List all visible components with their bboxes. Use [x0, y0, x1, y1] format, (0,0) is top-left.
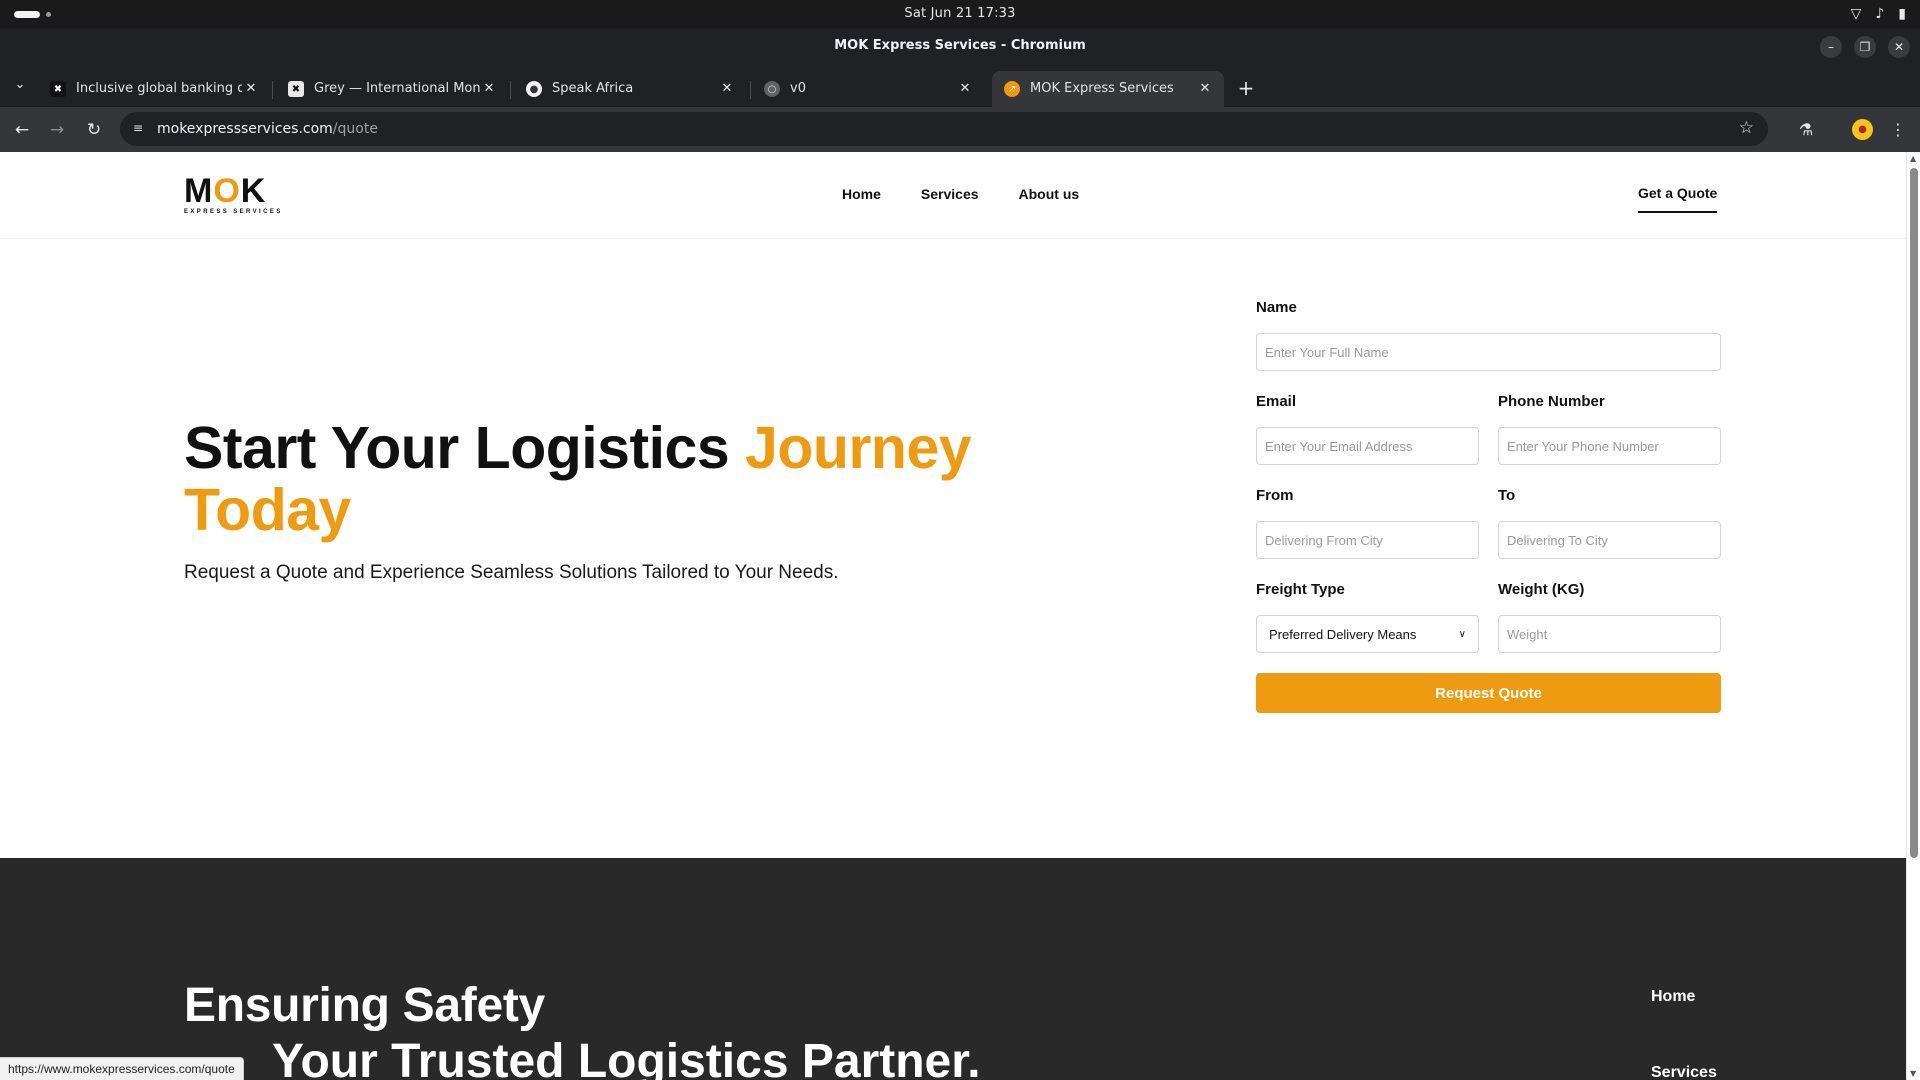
tab-speak-africa[interactable]: ● Speak Africa ✕ — [514, 71, 746, 107]
tab-grey[interactable]: ✖ Grey — International Money ✕ — [276, 71, 508, 107]
close-window-icon[interactable]: ✕ — [1888, 36, 1910, 58]
footer-subtitle: Your Trusted Logistics Partner. — [272, 1035, 981, 1080]
new-tab-plus-icon[interactable]: + — [1236, 78, 1256, 99]
dark-logo-icon: ✖ — [50, 81, 66, 97]
volume-icon[interactable]: ♪ — [1875, 6, 1884, 22]
nav-home[interactable]: Home — [842, 186, 881, 202]
tab-label: Grey — International Money — [314, 81, 480, 96]
mok-logo[interactable]: MOK EXPRESS SERVICES — [184, 174, 284, 216]
close-icon[interactable]: ✕ — [718, 80, 736, 98]
scroll-down-arrow-icon[interactable]: ▼ — [1910, 1069, 1916, 1078]
logo-tagline: EXPRESS SERVICES — [184, 209, 283, 215]
close-icon[interactable]: ✕ — [480, 80, 498, 98]
weight-label: Weight (KG) — [1498, 581, 1585, 598]
to-label: To — [1498, 487, 1516, 504]
page-scrollbar[interactable]: ▲ ▼ — [1906, 152, 1920, 1080]
tab-label: v0 — [790, 81, 806, 96]
browser-toolbar: ← → ↻ ≡ mokexpressservices.com/quote ☆ ⚗… — [0, 107, 1920, 152]
link-status-bubble: https://www.mokexpresservices.com/quote — [0, 1057, 244, 1080]
site-info-icon[interactable]: ≡ — [130, 121, 146, 137]
hero-title: Start Your Logistics Journey Today — [184, 415, 972, 543]
tab-label: Inclusive global banking desi — [76, 81, 242, 96]
tab-label: MOK Express Services — [1030, 81, 1174, 96]
request-quote-button[interactable]: Request Quote — [1256, 673, 1721, 713]
hero-subtitle: Request a Quote and Experience Seamless … — [184, 562, 839, 583]
tab-strip: ⌄ ✖ Inclusive global banking desi ✕ ✖ Gr… — [0, 65, 1920, 107]
restore-icon[interactable]: ❐ — [1854, 36, 1876, 58]
labs-flask-icon[interactable]: ⚗ — [1794, 118, 1818, 142]
freight-type-select[interactable]: Preferred Delivery Means ∨ — [1256, 615, 1479, 653]
site-header: MOK EXPRESS SERVICES Home Services About… — [0, 152, 1906, 239]
nav-services[interactable]: Services — [921, 186, 979, 202]
bookmark-star-icon[interactable]: ☆ — [1739, 118, 1754, 138]
back-arrow-icon[interactable]: ← — [10, 118, 34, 142]
freight-type-value: Preferred Delivery Means — [1269, 626, 1417, 642]
wifi-icon[interactable]: ▽ — [1851, 6, 1862, 22]
close-icon[interactable]: ✕ — [1196, 80, 1214, 98]
chevron-down-icon: ∨ — [1458, 628, 1466, 640]
window-title: MOK Express Services - Chromium — [834, 38, 1086, 53]
globe-icon: ○ — [764, 81, 780, 97]
get-a-quote-link[interactable]: Get a Quote — [1638, 185, 1718, 213]
name-field[interactable] — [1256, 333, 1721, 371]
close-icon[interactable]: ✕ — [956, 80, 974, 98]
mok-logo-icon: ↗ — [1004, 81, 1020, 97]
globe-icon: ● — [526, 81, 542, 97]
tab-v0[interactable]: ○ v0 ✕ — [752, 71, 984, 107]
os-top-bar: Sat Jun 21 17:33 ▽ ♪ ▮ — [0, 0, 1920, 29]
battery-icon[interactable]: ▮ — [1898, 6, 1906, 22]
phone-field[interactable] — [1498, 427, 1721, 465]
main-nav: Home Services About us — [842, 186, 1079, 202]
minimize-icon[interactable]: – — [1820, 36, 1842, 58]
nav-about[interactable]: About us — [1019, 186, 1080, 202]
menu-kebab-icon[interactable]: ⋮ — [1886, 118, 1910, 142]
url-text[interactable]: mokexpressservices.com/quote — [157, 121, 378, 137]
close-icon[interactable]: ✕ — [242, 80, 260, 98]
freight-type-label: Freight Type — [1256, 581, 1345, 598]
name-label: Name — [1256, 299, 1297, 316]
weight-field[interactable] — [1498, 615, 1721, 653]
address-bar[interactable]: ≡ mokexpressservices.com/quote ☆ — [120, 112, 1768, 146]
forward-arrow-icon[interactable]: → — [45, 118, 69, 142]
site-footer: Ensuring Safety Your Trusted Logistics P… — [0, 858, 1906, 1080]
from-label: From — [1256, 487, 1294, 504]
footer-link-services[interactable]: Services — [1651, 1064, 1717, 1080]
tab-inclusive-banking[interactable]: ✖ Inclusive global banking desi ✕ — [38, 71, 270, 107]
tab-label: Speak Africa — [552, 81, 634, 96]
reload-icon[interactable]: ↻ — [82, 118, 106, 142]
phone-label: Phone Number — [1498, 393, 1605, 410]
email-field[interactable] — [1256, 427, 1479, 465]
footer-title: Ensuring Safety — [184, 979, 545, 1032]
page-viewport: MOK EXPRESS SERVICES Home Services About… — [0, 152, 1906, 1080]
grey-logo-icon: ✖ — [288, 81, 304, 97]
window-title-bar: MOK Express Services - Chromium – ❐ ✕ — [0, 29, 1920, 65]
from-city-field[interactable] — [1256, 521, 1479, 559]
system-tray[interactable]: ▽ ♪ ▮ — [1851, 6, 1906, 22]
system-clock[interactable]: Sat Jun 21 17:33 — [0, 6, 1920, 21]
profile-avatar[interactable]: ● — [1852, 119, 1873, 140]
footer-link-home[interactable]: Home — [1651, 988, 1695, 1006]
tab-mok-express[interactable]: ↗ MOK Express Services ✕ — [992, 71, 1224, 107]
to-city-field[interactable] — [1498, 521, 1721, 559]
scrollbar-thumb[interactable] — [1910, 168, 1918, 858]
tab-search-chevron-icon[interactable]: ⌄ — [10, 75, 30, 95]
email-label: Email — [1256, 393, 1297, 410]
scroll-up-arrow-icon[interactable]: ▲ — [1910, 154, 1916, 163]
